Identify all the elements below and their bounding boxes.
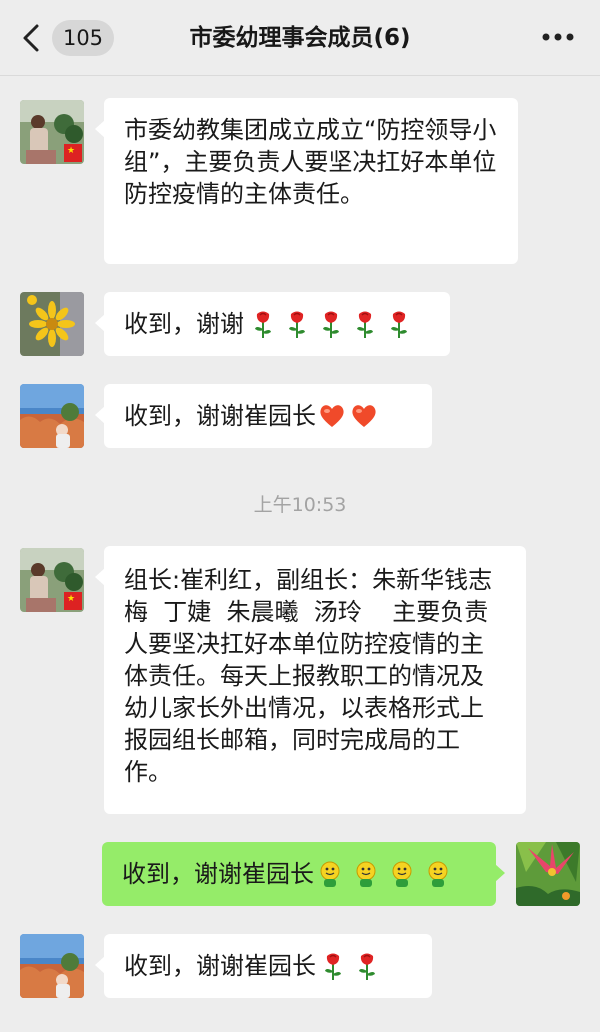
heart-emoji-group <box>318 403 378 429</box>
message-text: 收到，谢谢崔园长 <box>124 952 316 980</box>
heart-emoji-icon <box>320 405 344 427</box>
rose-emoji-group <box>320 951 380 981</box>
unread-count-badge[interactable]: 105 <box>52 20 114 56</box>
smiley-emoji-group <box>316 860 452 888</box>
avatar-member-1[interactable]: ★ <box>20 100 84 164</box>
rose-emoji-icon <box>323 311 339 338</box>
chat-title: 市委幼理事会成员(6) <box>189 25 411 51</box>
message-text: 收到，谢谢崔园长 <box>122 860 314 888</box>
message-bubble[interactable]: 收到，谢谢 <box>95 292 450 356</box>
rose-emoji-group <box>250 309 412 339</box>
message-text: 收到，谢谢崔园长 <box>124 402 316 430</box>
message-text: 组长:崔利红，副组长：朱新华钱志梅 丁婕 朱晨曦 汤玲 主要负责人要坚决扛好本单… <box>124 566 493 786</box>
smiley-emoji-icon <box>356 861 376 887</box>
smiley-emoji-icon <box>392 861 412 887</box>
svg-text:★: ★ <box>67 146 75 156</box>
smiley-emoji-icon <box>428 861 448 887</box>
svg-text:★: ★ <box>67 594 75 604</box>
avatar-member-1[interactable]: ★ <box>20 548 84 612</box>
chevron-left-icon <box>23 24 39 52</box>
message-bubble[interactable]: 市委幼教集团成立成立“防控领导小组”，主要负责人要坚决扛好本单位防控疫情的主体责… <box>95 98 518 264</box>
smiley-emoji-icon <box>320 861 340 887</box>
rose-emoji-icon <box>359 953 375 980</box>
message-timestamp: 上午10:53 <box>253 494 347 516</box>
message-bubble[interactable]: 收到，谢谢崔园长 <box>95 934 432 998</box>
message-bubble[interactable]: 组长:崔利红，副组长：朱新华钱志梅 丁婕 朱晨曦 汤玲 主要负责人要坚决扛好本单… <box>95 546 526 814</box>
message-bubble-self[interactable]: 收到，谢谢崔园长 <box>102 842 505 906</box>
avatar-photo-flower-icon <box>20 292 84 356</box>
avatar-photo-garden-icon: ★ <box>20 100 84 164</box>
avatar-member-2[interactable] <box>20 292 84 356</box>
avatar-self[interactable] <box>516 842 580 906</box>
avatar-photo-garden-icon: ★ <box>20 548 84 612</box>
rose-emoji-icon <box>325 953 341 980</box>
chat-header: 105 市委幼理事会成员(6) <box>0 0 600 76</box>
avatar-photo-painting-icon <box>516 842 580 906</box>
avatar-photo-field-icon <box>20 384 84 448</box>
avatar-member-3[interactable] <box>20 384 84 448</box>
heart-emoji-icon <box>352 405 376 427</box>
message-bubble[interactable]: 收到，谢谢崔园长 <box>95 384 432 448</box>
message-text: 收到，谢谢 <box>124 310 244 338</box>
rose-emoji-icon <box>391 311 407 338</box>
avatar-member-3[interactable] <box>20 934 84 998</box>
more-dots-icon <box>542 33 574 41</box>
back-button[interactable] <box>14 18 48 58</box>
rose-emoji-icon <box>357 311 373 338</box>
more-button[interactable] <box>536 22 580 52</box>
avatar-photo-field-icon <box>20 934 84 998</box>
rose-emoji-icon <box>255 311 271 338</box>
message-text: 市委幼教集团成立成立“防控领导小组”，主要负责人要坚决扛好本单位防控疫情的主体责… <box>124 116 497 208</box>
rose-emoji-icon <box>289 311 305 338</box>
